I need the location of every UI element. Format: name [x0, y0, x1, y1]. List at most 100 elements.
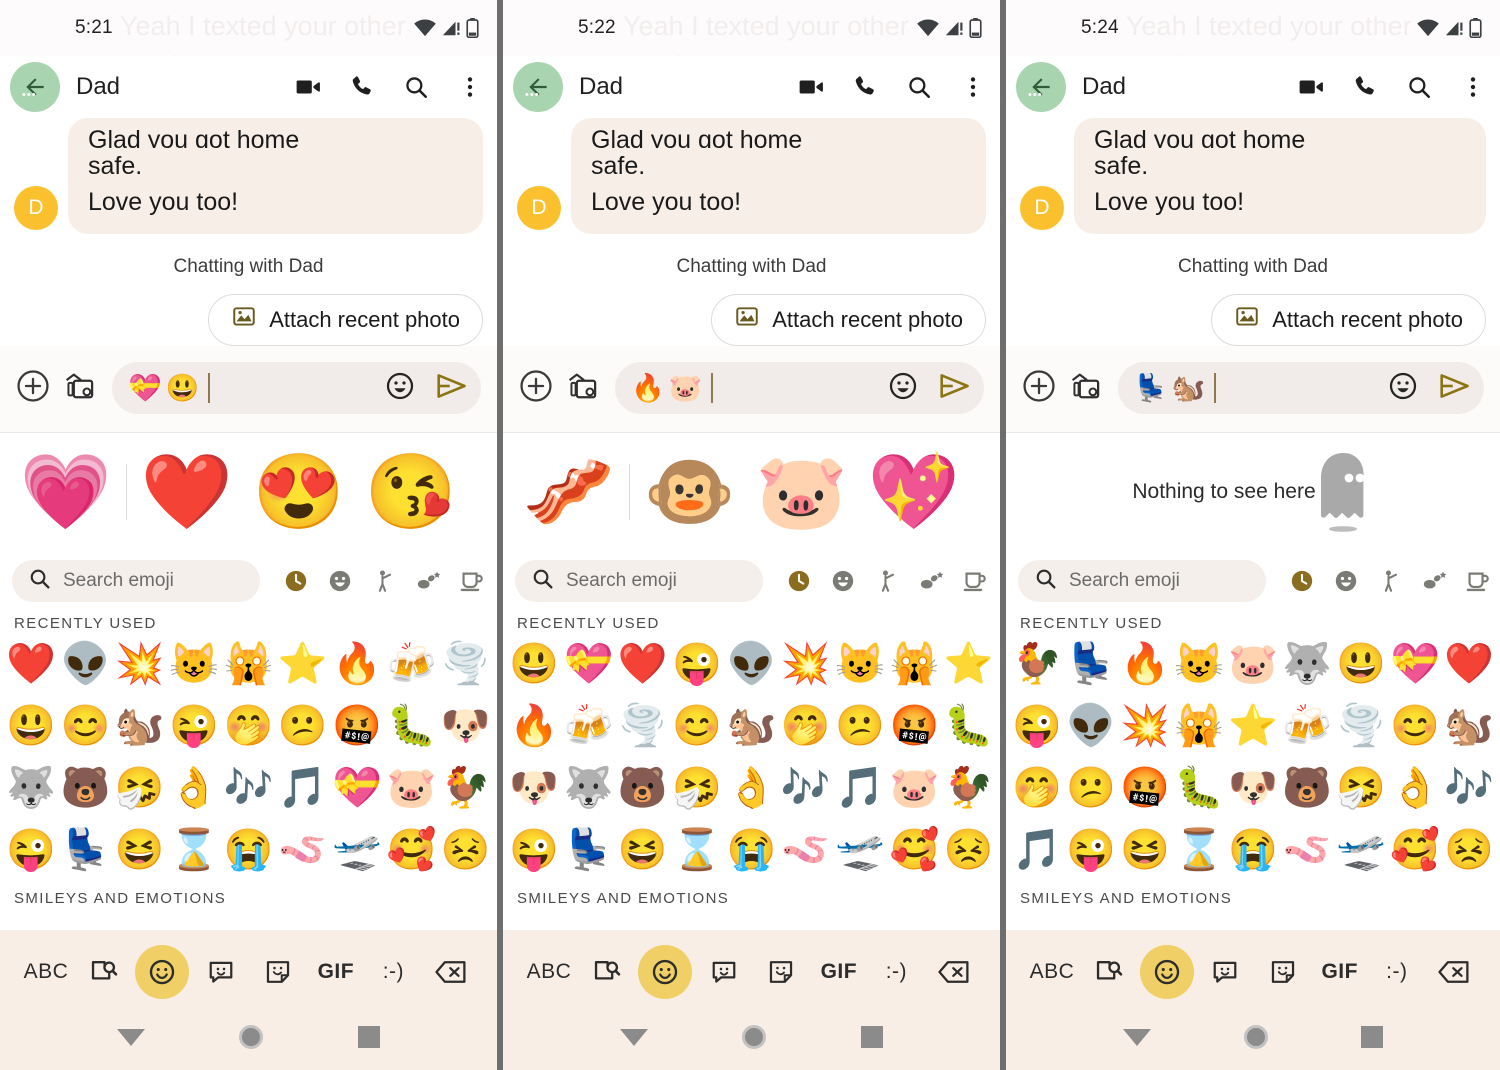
emoji-grid-item[interactable]: 🤭: [779, 698, 833, 754]
emoji-category-tab-smileys[interactable]: [1324, 557, 1368, 605]
emoji-grid-item[interactable]: 🐿️: [724, 698, 778, 754]
gallery-button[interactable]: [1070, 369, 1104, 408]
attach-recent-photo-chip[interactable]: Attach recent photo: [1211, 294, 1486, 346]
emoji-grid-item[interactable]: 💝: [561, 636, 615, 692]
emoji-category-tab-people[interactable]: [1368, 557, 1412, 605]
emoji-grid-item[interactable]: ⌛: [1172, 822, 1226, 878]
emoji-grid-item[interactable]: 😺: [167, 636, 221, 692]
emoji-grid-item[interactable]: 🪱: [276, 822, 330, 878]
emoji-grid-item[interactable]: 🛫: [833, 822, 887, 878]
emoji-grid-item[interactable]: 🐻: [616, 760, 670, 816]
emoji-grid-item[interactable]: 😊: [670, 698, 724, 754]
emoji-grid-item[interactable]: 😆: [113, 822, 167, 878]
emoji-grid-item[interactable]: 🎵: [1010, 822, 1064, 878]
emoji-grid-item[interactable]: 💥: [1118, 698, 1172, 754]
emoji-grid-item[interactable]: 😜: [670, 636, 724, 692]
emoji-grid-item[interactable]: 😭: [221, 822, 275, 878]
keyboard-gif-button[interactable]: GIF: [813, 946, 865, 998]
emoji-grid-item[interactable]: 🐶: [439, 698, 493, 754]
nav-recents-icon[interactable]: [860, 1026, 883, 1048]
emoji-grid-item[interactable]: ⭐: [276, 636, 330, 692]
emoji-grid-item[interactable]: 🤭: [1010, 760, 1064, 816]
emoji-grid-item[interactable]: 😆: [1118, 822, 1172, 878]
keyboard-emoticon-button[interactable]: :-): [1371, 946, 1423, 998]
emoji-grid-item[interactable]: 😕: [833, 698, 887, 754]
emoji-grid-item[interactable]: 🪱: [779, 822, 833, 878]
emoji-grid-item[interactable]: 🐓: [1010, 636, 1064, 692]
emoji-grid-item[interactable]: 😜: [1010, 698, 1064, 754]
emoji-grid-item[interactable]: 😣: [1442, 822, 1496, 878]
keyboard-emoji-tab[interactable]: [1140, 945, 1195, 999]
overflow-menu-icon[interactable]: [960, 74, 986, 100]
emoji-grid-item[interactable]: 🪱: [1280, 822, 1334, 878]
emoji-grid-item[interactable]: 😜: [1064, 822, 1118, 878]
emoji-grid-item[interactable]: 🐺: [561, 760, 615, 816]
emoji-grid-item[interactable]: 🥰: [1388, 822, 1442, 878]
emoji-grid-item[interactable]: ❤️: [1442, 636, 1496, 692]
attach-recent-photo-chip[interactable]: Attach recent photo: [711, 294, 986, 346]
emoji-category-tab-recent[interactable]: [1280, 557, 1324, 605]
emoji-grid-item[interactable]: 🤬: [1118, 760, 1172, 816]
emoji-kitchen-suggestion[interactable]: 😘: [355, 455, 467, 529]
message-input-field[interactable]: 🔥 🐷: [615, 362, 984, 414]
keyboard-sticker-icon[interactable]: [698, 946, 750, 998]
emoji-grid-item[interactable]: 🐶: [507, 760, 561, 816]
emoji-grid-item[interactable]: ⌛: [167, 822, 221, 878]
nav-back-icon[interactable]: [117, 1028, 146, 1046]
keyboard-custom-sticker-icon[interactable]: [755, 946, 807, 998]
emoji-grid-item[interactable]: 🤬: [330, 698, 384, 754]
emoji-grid-item[interactable]: 🤧: [1334, 760, 1388, 816]
emoji-category-tab-people[interactable]: [865, 557, 909, 605]
emoji-grid-item[interactable]: 😕: [276, 698, 330, 754]
emoji-grid-item[interactable]: 🎶: [779, 760, 833, 816]
gallery-button[interactable]: [64, 369, 98, 408]
emoji-toggle-icon[interactable]: [385, 371, 415, 406]
emoji-grid-item[interactable]: 😜: [507, 822, 561, 878]
emoji-grid-item[interactable]: 😺: [833, 636, 887, 692]
keyboard-abc-button[interactable]: ABC: [20, 946, 72, 998]
emoji-grid-item[interactable]: ⌛: [670, 822, 724, 878]
message-input-field[interactable]: 💺 🐿️: [1118, 362, 1484, 414]
emoji-kitchen-primary[interactable]: 💗: [10, 455, 122, 529]
message-bubble[interactable]: Glad you got home safe. Love you too!: [571, 118, 986, 234]
send-button-icon[interactable]: [1438, 371, 1470, 406]
keyboard-emoticon-button[interactable]: :-): [870, 946, 922, 998]
message-bubble[interactable]: Glad you got home safe. Love you too!: [1074, 118, 1486, 234]
gallery-button[interactable]: [567, 369, 601, 408]
emoji-grid-item[interactable]: 🛫: [1334, 822, 1388, 878]
video-call-icon[interactable]: [798, 74, 824, 100]
video-call-icon[interactable]: [1298, 74, 1324, 100]
keyboard-sticker-icon[interactable]: [1199, 946, 1251, 998]
emoji-grid-item[interactable]: 😆: [616, 822, 670, 878]
emoji-grid-item[interactable]: 🙀: [1172, 698, 1226, 754]
emoji-category-tab-food-drink[interactable]: [953, 557, 992, 605]
emoji-grid-item[interactable]: 🔥: [507, 698, 561, 754]
emoji-grid-item[interactable]: 👽: [1064, 698, 1118, 754]
add-attachment-button[interactable]: [519, 369, 553, 408]
emoji-grid-item[interactable]: 👽: [58, 636, 112, 692]
emoji-grid-item[interactable]: 😜: [167, 698, 221, 754]
emoji-kitchen-suggestion[interactable]: 😍: [243, 455, 355, 529]
emoji-grid-item[interactable]: 😊: [1388, 698, 1442, 754]
keyboard-custom-sticker-icon[interactable]: [252, 946, 304, 998]
emoji-grid-item[interactable]: 🐓: [942, 760, 996, 816]
emoji-grid-item[interactable]: 🐛: [942, 698, 996, 754]
add-attachment-button[interactable]: [16, 369, 50, 408]
emoji-grid-item[interactable]: 🥰: [887, 822, 941, 878]
message-input-field[interactable]: 💝 😃: [112, 362, 481, 414]
emoji-grid-item[interactable]: 🌪️: [439, 636, 493, 692]
nav-recents-icon[interactable]: [357, 1026, 380, 1048]
emoji-grid-item[interactable]: 🍻: [384, 636, 438, 692]
emoji-kitchen-suggestion[interactable]: 💖: [858, 455, 970, 529]
emoji-grid-item[interactable]: 🐿️: [113, 698, 167, 754]
emoji-grid-item[interactable]: 🔥: [330, 636, 384, 692]
keyboard-emoji-tab[interactable]: [638, 945, 693, 999]
emoji-grid-item[interactable]: 🐷: [887, 760, 941, 816]
emoji-grid-item[interactable]: 💥: [113, 636, 167, 692]
emoji-category-tab-recent[interactable]: [274, 557, 318, 605]
emoji-grid-item[interactable]: 🎶: [221, 760, 275, 816]
emoji-grid-item[interactable]: 🐻: [1280, 760, 1334, 816]
keyboard-emoticon-button[interactable]: :-): [367, 946, 419, 998]
emoji-grid-item[interactable]: 🤭: [221, 698, 275, 754]
phone-call-icon[interactable]: [349, 74, 375, 100]
